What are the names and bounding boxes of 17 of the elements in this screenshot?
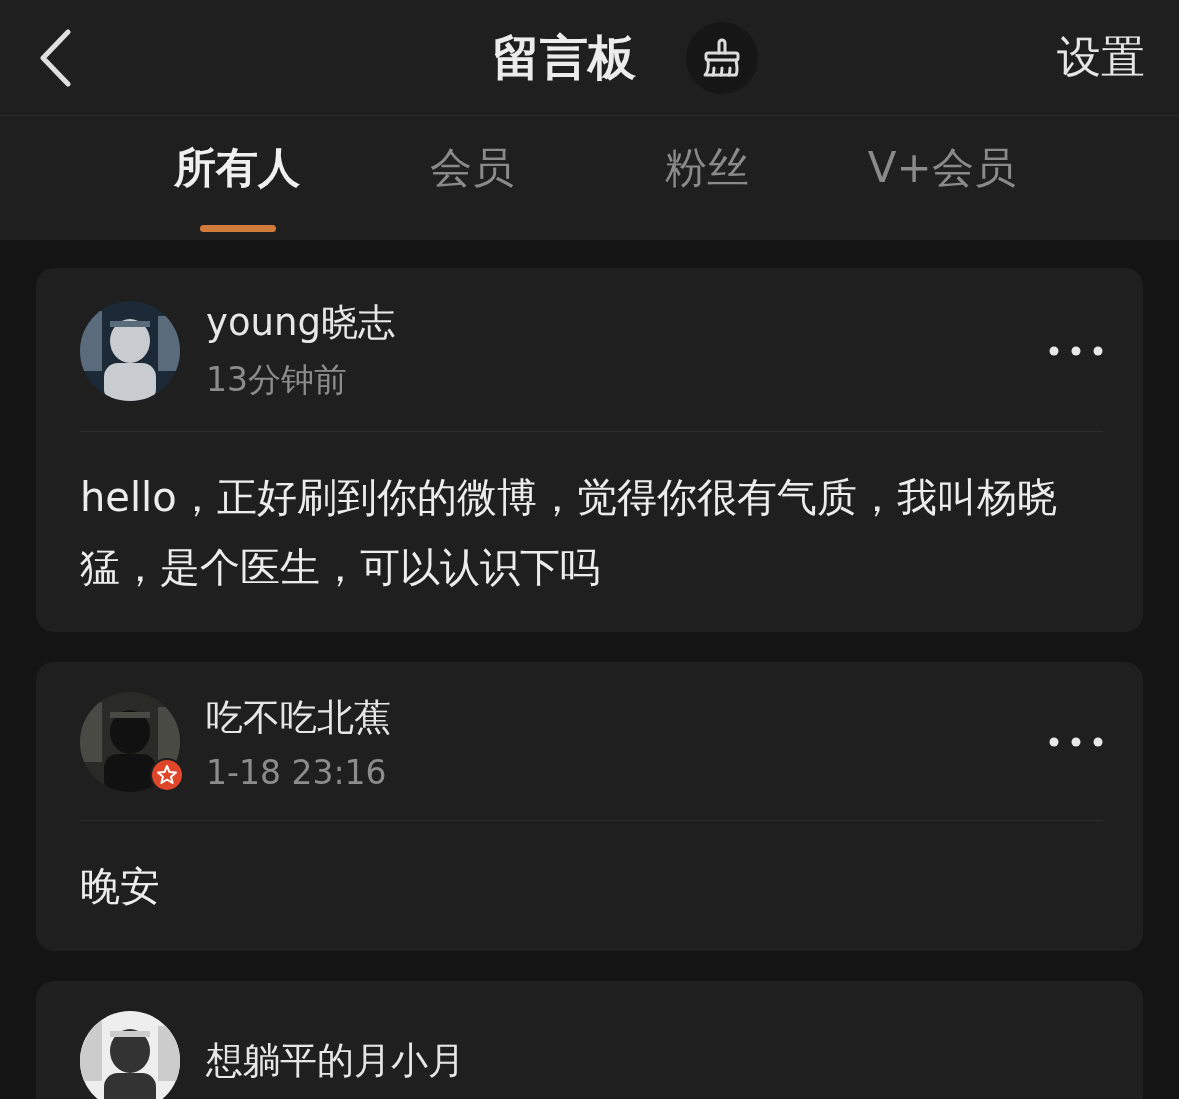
tab[interactable]: 所有人 bbox=[120, 116, 355, 240]
more-icon[interactable] bbox=[1049, 345, 1103, 356]
tab[interactable]: 粉丝 bbox=[589, 116, 825, 240]
post-time: 1-18 23:16 bbox=[206, 752, 388, 792]
back-icon[interactable] bbox=[38, 28, 72, 87]
more-icon[interactable] bbox=[1049, 737, 1103, 747]
brush-icon[interactable] bbox=[685, 21, 758, 94]
settings-button[interactable]: 设置 bbox=[1057, 28, 1145, 87]
user-name[interactable]: 想躺平的月小月 bbox=[206, 1036, 1103, 1086]
comment-text: hello，正好刷到你的微博，觉得你很有气质，我叫杨晓猛，是个医生，可以认识下吗 bbox=[80, 473, 1058, 592]
comment-text: 晚安 bbox=[80, 862, 161, 911]
tab[interactable]: 会员 bbox=[354, 116, 590, 240]
user-name[interactable]: 吃不吃北蕉 bbox=[206, 692, 1023, 743]
post-time: 13分钟前 bbox=[206, 359, 348, 401]
user-name[interactable]: young晓志 bbox=[206, 298, 1023, 348]
page-title: 留言板 bbox=[491, 27, 636, 87]
tab[interactable]: V+会员 bbox=[824, 116, 1059, 240]
